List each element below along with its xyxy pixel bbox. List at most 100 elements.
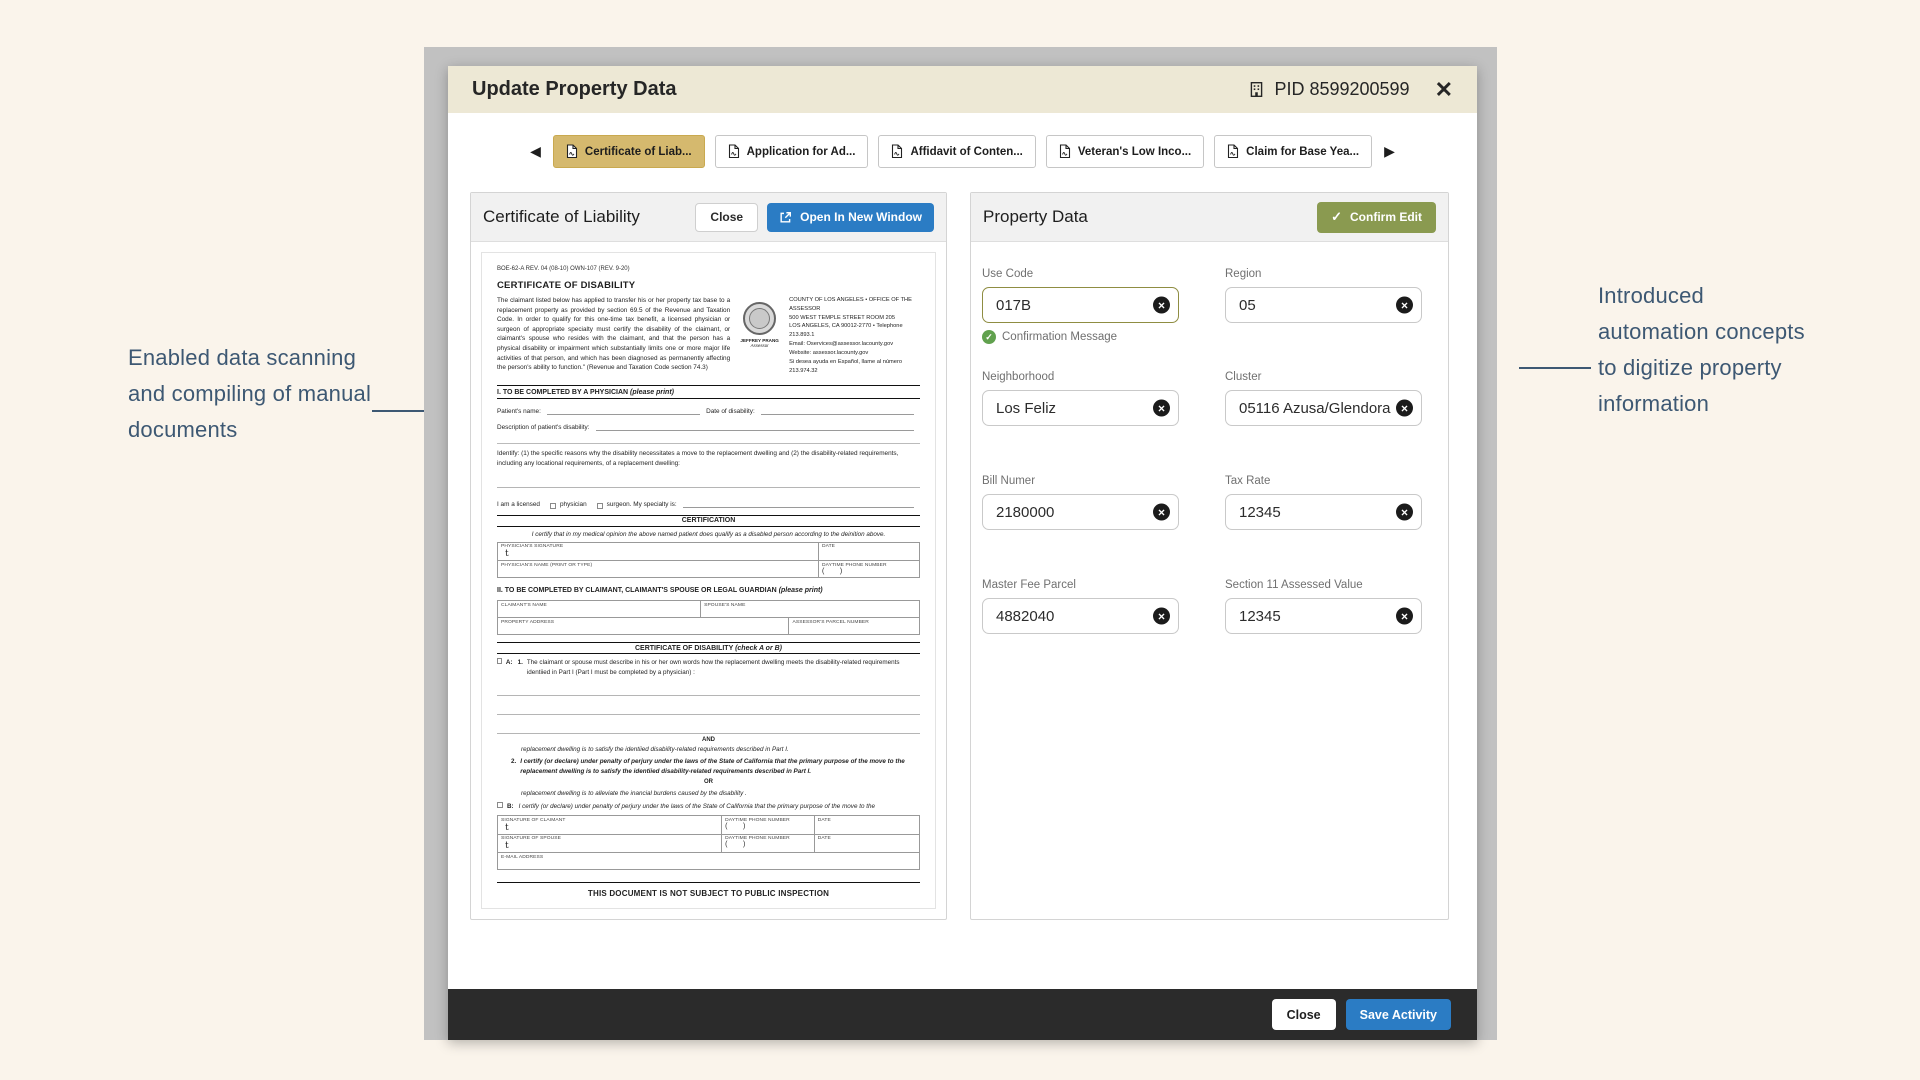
doc-agency-block: COUNTY OF LOS ANGELES • OFFICE OF THE AS…	[789, 296, 920, 375]
property-panel-header: Property Data ✓ Confirm Edit	[971, 193, 1448, 242]
agency-line: Si desea ayuda en Español, llame al núme…	[789, 358, 920, 376]
tab-label: Veteran's Low Inco...	[1078, 146, 1191, 158]
pdf-file-icon	[1059, 144, 1071, 159]
bill-numer-input[interactable]	[982, 494, 1179, 530]
agency-line: 500 WEST TEMPLE STREET ROOM 205	[789, 314, 920, 323]
doc-certification-header: CERTIFICATION	[497, 515, 920, 527]
field-cluster: Cluster ×	[1225, 371, 1437, 426]
field-label: Bill Numer	[982, 475, 1194, 487]
doc-cod-header: CERTIFICATE OF DISABILITY (check A or B)	[497, 642, 920, 654]
option-a-checkbox	[497, 658, 502, 664]
tab-veterans-low-inco[interactable]: Veteran's Low Inco...	[1046, 135, 1204, 168]
doc-part1-header: I. TO BE COMPLETED BY A PHYSICIAN (pleas…	[497, 386, 920, 399]
physician-checkbox	[550, 503, 556, 509]
modal-body: ◀ Certificate of Liab... Application for…	[448, 113, 1477, 989]
neighborhood-input[interactable]	[982, 390, 1179, 426]
doc-licensed-row: I am a licensed physician surgeon. My sp…	[497, 501, 920, 508]
pdf-file-icon	[1227, 144, 1239, 159]
doc-patient-row: Patient's name: Date of disability:	[497, 408, 920, 415]
close-icon[interactable]: ✕	[1435, 79, 1453, 101]
doc-intro-paragraph: The claimant listed below has applied to…	[497, 296, 730, 375]
panels-row: Certificate of Liability Close Open In N…	[448, 192, 1477, 920]
field-use-code: Use Code × ✓ Confirmation Message	[982, 268, 1194, 344]
claimant-signature-table: Signature of Claimantt Daytime Phone Num…	[497, 815, 920, 870]
open-in-new-window-button[interactable]: Open In New Window	[767, 203, 934, 232]
modal-header-right: PID 8599200599 ✕	[1248, 79, 1453, 101]
field-region: Region ×	[1225, 268, 1437, 344]
tax-rate-input[interactable]	[1225, 494, 1422, 530]
field-label: Master Fee Parcel	[982, 579, 1194, 591]
master-fee-parcel-input[interactable]	[982, 598, 1179, 634]
document-close-button[interactable]: Close	[695, 203, 758, 232]
doc-identify-paragraph: Identify: (1) the specific reasons why t…	[497, 443, 920, 468]
clear-icon[interactable]: ×	[1153, 608, 1170, 625]
physician-signature-table: Physician's Signaturet Date Physician's …	[497, 542, 920, 579]
update-property-data-modal: Update Property Data PID 8599200599 ✕ ◀ …	[448, 66, 1477, 1040]
doc-and-word: AND	[497, 736, 920, 745]
clear-icon[interactable]: ×	[1153, 400, 1170, 417]
tab-claim-for-base-yea[interactable]: Claim for Base Yea...	[1214, 135, 1372, 168]
clear-icon[interactable]: ×	[1153, 297, 1170, 314]
doc-cod-section: A: 1. The claimant or spouse must descri…	[497, 658, 920, 811]
field-label: Section 11 Assessed Value	[1225, 579, 1437, 591]
open-button-label: Open In New Window	[800, 210, 922, 224]
footer-close-button[interactable]: Close	[1272, 999, 1336, 1030]
annotation-left: Enabled data scanning and compiling of m…	[128, 340, 378, 448]
clear-icon[interactable]: ×	[1396, 400, 1413, 417]
use-code-input[interactable]	[982, 287, 1179, 323]
annotation-right: Introduced automation concepts to digiti…	[1598, 278, 1813, 422]
doc-certify-statement: I certify that in my medical opinion the…	[497, 531, 920, 538]
document-body: BOE-62-A REV. 04 (08-10) OWN-107 (REV. 9…	[471, 242, 946, 919]
annotation-connector-right	[1519, 367, 1591, 369]
doc-or-word: OR	[497, 778, 920, 787]
field-label: Tax Rate	[1225, 475, 1437, 487]
tabs-prev-icon[interactable]: ◀	[528, 143, 543, 160]
confirmation-message: ✓ Confirmation Message	[982, 330, 1194, 344]
tab-certificate-of-liability[interactable]: Certificate of Liab...	[553, 135, 705, 168]
doc-blank-line	[497, 487, 920, 488]
option-b-checkbox	[497, 802, 503, 808]
clear-icon[interactable]: ×	[1396, 504, 1413, 521]
agency-line: Email: Oservices@assessor.lacounty.gov	[789, 340, 920, 349]
building-icon	[1248, 81, 1265, 98]
doc-header-block: The claimant listed below has applied to…	[497, 296, 920, 375]
tab-affidavit-of-conten[interactable]: Affidavit of Conten...	[878, 135, 1035, 168]
claimant-info-table: Claimant's Name Spouse's Name Property A…	[497, 600, 920, 635]
confirm-edit-button[interactable]: ✓ Confirm Edit	[1317, 202, 1436, 233]
clear-icon[interactable]: ×	[1396, 297, 1413, 314]
clear-icon[interactable]: ×	[1153, 504, 1170, 521]
modal-title: Update Property Data	[472, 78, 677, 101]
certificate-of-disability-document: BOE-62-A REV. 04 (08-10) OWN-107 (REV. 9…	[481, 252, 936, 909]
modal-header: Update Property Data PID 8599200599 ✕	[448, 66, 1477, 113]
doc-description-row: Description of patient's disability:	[497, 424, 920, 431]
field-tax-rate: Tax Rate ×	[1225, 475, 1437, 530]
property-panel-title: Property Data	[983, 207, 1088, 227]
surgeon-checkbox	[597, 503, 603, 509]
page: { "annotations": { "left": { "text": "En…	[0, 0, 1920, 1080]
tabs-next-icon[interactable]: ▶	[1382, 143, 1397, 160]
field-master-fee-parcel: Master Fee Parcel ×	[982, 579, 1194, 634]
field-label: Use Code	[982, 268, 1194, 280]
check-circle-icon: ✓	[982, 330, 996, 344]
tab-application-for-ad[interactable]: Application for Ad...	[715, 135, 869, 168]
agency-line: LOS ANGELES, CA 90012-2770 • Telephone 2…	[789, 322, 920, 340]
tab-label: Certificate of Liab...	[585, 146, 692, 158]
modal-footer: Close Save Activity	[448, 989, 1477, 1040]
document-tab-strip: ◀ Certificate of Liab... Application for…	[448, 135, 1477, 168]
field-label: Region	[1225, 268, 1437, 280]
assessor-title: Assessor	[737, 343, 782, 348]
cluster-input[interactable]	[1225, 390, 1422, 426]
clear-icon[interactable]: ×	[1396, 608, 1413, 625]
property-form: Use Code × ✓ Confirmation Message R	[971, 242, 1448, 919]
section-11-assessed-value-input[interactable]	[1225, 598, 1422, 634]
tab-label: Claim for Base Yea...	[1246, 146, 1359, 158]
county-seal-icon	[743, 302, 776, 335]
agency-line: Website: assessor.lacounty.gov	[789, 349, 920, 358]
document-panel-title: Certificate of Liability	[483, 207, 640, 227]
region-input[interactable]	[1225, 287, 1422, 323]
pdf-file-icon	[728, 144, 740, 159]
doc-footer-note: THIS DOCUMENT IS NOT SUBJECT TO PUBLIC I…	[497, 889, 920, 898]
save-activity-button[interactable]: Save Activity	[1346, 999, 1451, 1030]
check-icon: ✓	[1331, 209, 1342, 225]
pdf-file-icon	[891, 144, 903, 159]
